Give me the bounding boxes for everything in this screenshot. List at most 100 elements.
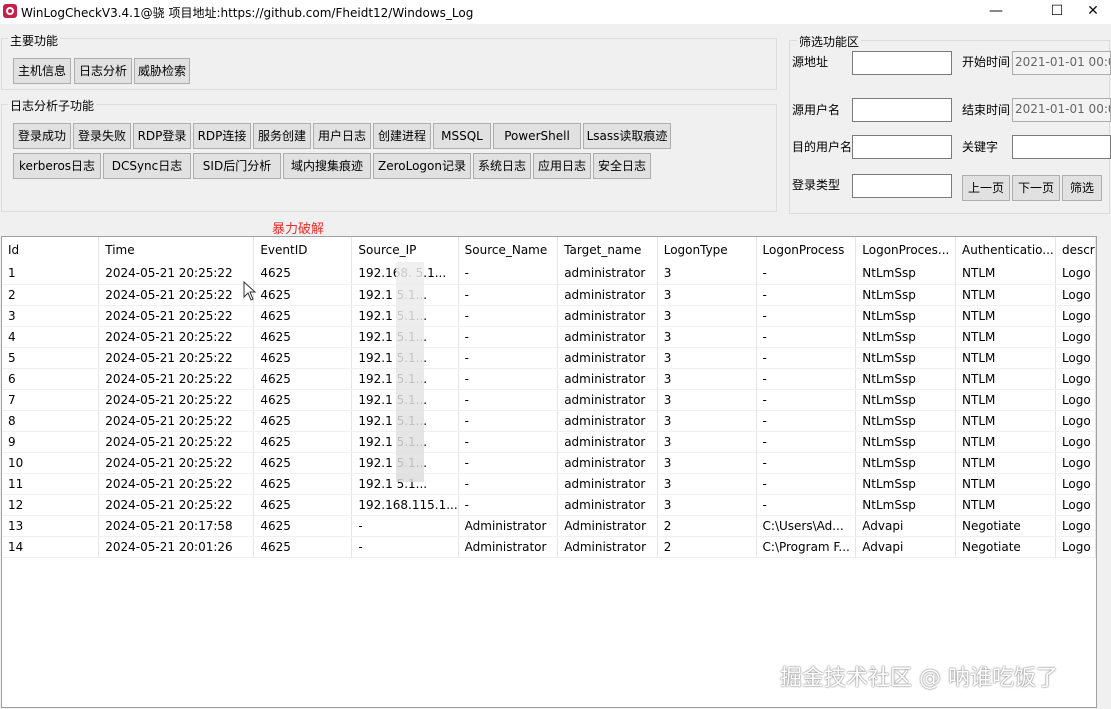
table-cell: 4625 — [253, 452, 353, 474]
rdp-login-button[interactable]: RDP登录 — [133, 123, 191, 149]
table-cell: - — [756, 347, 857, 369]
table-row[interactable]: 10 2024-05-21 20:25:22 4625 192.1 5.1... - ad… — [2, 452, 1096, 474]
table-header: Id Time EventID Source_IP Source_Name Target_… — [2, 237, 1096, 263]
window-title: WinLogCheckV3.4.1@骁 项目地址:https://github.… — [21, 6, 474, 20]
table-cell: NtLmSsp — [855, 494, 957, 516]
kerberos-log-button[interactable]: kerberos日志 — [13, 153, 101, 179]
table-row[interactable]: 1 2024-05-21 20:25:22 4625 192.168. 5.1... -… — [2, 263, 1096, 285]
table-cell: 3 — [657, 305, 757, 327]
login-success-button[interactable]: 登录成功 — [13, 123, 71, 149]
login-failure-button[interactable]: 登录失败 — [73, 123, 131, 149]
source-user-input[interactable] — [852, 98, 952, 122]
app-log-button[interactable]: 应用日志 — [533, 153, 591, 179]
logon-type-label: 登录类型 — [792, 178, 841, 192]
table-cell: 2024-05-21 20:25:22 — [98, 284, 255, 306]
minimize-button[interactable]: — — [973, 0, 1019, 24]
table-cell: 3 — [657, 431, 757, 453]
table-cell: 2024-05-21 20:25:22 — [98, 347, 255, 369]
table-row[interactable]: 12 2024-05-21 20:25:22 4625 192.168.115.1..… — [2, 494, 1096, 516]
table-cell: - — [458, 410, 559, 432]
sub-group-title: 日志分析子功能 — [8, 97, 97, 114]
target-user-input[interactable] — [852, 135, 952, 159]
table-cell: 5 — [2, 347, 100, 369]
host-info-button[interactable]: 主机信息 — [13, 58, 71, 84]
table-row[interactable]: 3 2024-05-21 20:25:22 4625 192.1 5.1... - adm… — [2, 305, 1096, 327]
table-cell: 4625 — [253, 494, 353, 516]
column-header[interactable]: Target_name — [557, 237, 658, 263]
column-header[interactable]: Source_Name — [458, 237, 559, 263]
table-row[interactable]: 14 2024-05-21 20:01:26 4625- Administrator A… — [2, 536, 1096, 558]
table-cell: Logo — [1055, 263, 1096, 285]
table-row[interactable]: 13 2024-05-21 20:17:58 4625- Administrator A… — [2, 515, 1096, 537]
log-table[interactable]: Id Time EventID Source_IP Source_Name Target_… — [1, 236, 1097, 708]
logon-type-input[interactable] — [852, 174, 952, 198]
lsass-read-button[interactable]: Lsass读取痕迹 — [583, 123, 671, 149]
service-create-button[interactable]: 服务创建 — [253, 123, 311, 149]
app-icon — [3, 4, 17, 18]
column-header[interactable]: Source_IP — [351, 237, 459, 263]
dcsync-log-button[interactable]: DCSync日志 — [103, 153, 191, 179]
source-address-input[interactable] — [852, 51, 952, 75]
table-cell: 2024-05-21 20:25:22 — [98, 494, 255, 516]
table-cell: 2024-05-21 20:25:22 — [98, 452, 255, 474]
column-header[interactable]: LogonType — [657, 237, 757, 263]
user-log-button[interactable]: 用户日志 — [313, 123, 371, 149]
threat-search-button[interactable]: 威胁检索 — [134, 58, 190, 84]
start-time-picker[interactable]: 2021-01-01 00:00 — [1012, 51, 1111, 75]
column-header[interactable]: Time — [98, 237, 255, 263]
table-cell: Logo — [1055, 326, 1096, 348]
filter-group-title: 筛选功能区 — [797, 33, 862, 50]
security-log-button[interactable]: 安全日志 — [593, 153, 651, 179]
table-cell: 3 — [657, 494, 757, 516]
rdp-connect-button[interactable]: RDP连接 — [193, 123, 251, 149]
table-cell: 3 — [657, 452, 757, 474]
sid-backdoor-button[interactable]: SID后门分析 — [193, 153, 281, 179]
system-log-button[interactable]: 系统日志 — [473, 153, 531, 179]
redaction-blur — [396, 262, 424, 482]
next-page-button[interactable]: 下一页 — [1012, 175, 1060, 201]
table-row[interactable]: 5 2024-05-21 20:25:22 4625 192.1 5.1... - adm… — [2, 347, 1096, 369]
log-analysis-button[interactable]: 日志分析 — [74, 58, 132, 84]
end-time-picker[interactable]: 2021-01-01 00:00 — [1012, 98, 1111, 122]
table-row[interactable]: 8 2024-05-21 20:25:22 4625 192.1 5.1... - adm… — [2, 410, 1096, 432]
table-cell: NTLM — [955, 452, 1056, 474]
prev-page-button[interactable]: 上一页 — [962, 175, 1010, 201]
zerologon-button[interactable]: ZeroLogon记录 — [373, 153, 471, 179]
table-row[interactable]: 11 2024-05-21 20:25:22 4625 192.1 5.1... - ad… — [2, 473, 1096, 495]
table-row[interactable]: 4 2024-05-21 20:25:22 4625 192.1 5.1... - adm… — [2, 326, 1096, 348]
table-cell: administrator — [557, 284, 658, 306]
column-header[interactable]: Id — [2, 237, 100, 263]
column-header[interactable]: LogonProcess — [756, 237, 857, 263]
close-button[interactable]: ✕ — [1070, 0, 1111, 24]
mssql-button[interactable]: MSSQL — [433, 123, 491, 149]
table-cell: 4 — [2, 326, 100, 348]
table-cell: Logo — [1055, 452, 1096, 474]
table-cell: administrator — [557, 326, 658, 348]
column-header[interactable]: descr — [1055, 237, 1096, 263]
vertical-scrollbar[interactable] — [1097, 236, 1111, 708]
powershell-button[interactable]: PowerShell — [493, 123, 581, 149]
table-row[interactable]: 9 2024-05-21 20:25:22 4625 192.1 5.1... - adm… — [2, 431, 1096, 453]
domain-recon-button[interactable]: 域内搜集痕迹 — [283, 153, 371, 179]
table-cell: NTLM — [955, 284, 1056, 306]
table-cell: 3 — [2, 305, 100, 327]
filter-button[interactable]: 筛选 — [1062, 175, 1102, 201]
table-row[interactable]: 7 2024-05-21 20:25:22 4625 192.1 5.1... - adm… — [2, 389, 1096, 411]
table-cell: - — [458, 452, 559, 474]
keyword-input[interactable] — [1012, 135, 1111, 159]
start-time-label: 开始时间 — [962, 55, 1011, 69]
table-cell: - — [756, 410, 857, 432]
table-cell: NtLmSsp — [855, 431, 957, 453]
column-header[interactable]: Authenticatio... — [955, 237, 1056, 263]
table-cell: NTLM — [955, 305, 1056, 327]
table-row[interactable]: 6 2024-05-21 20:25:22 4625 192.1 5.1... - adm… — [2, 368, 1096, 390]
create-process-button[interactable]: 创建进程 — [373, 123, 431, 149]
table-cell: 11 — [2, 473, 100, 495]
column-header[interactable]: LogonProces... — [855, 237, 957, 263]
table-row[interactable]: 2 2024-05-21 20:25:22 4625 192.1 5.1... - adm… — [2, 284, 1096, 306]
table-cell: 2024-05-21 20:25:22 — [98, 305, 255, 327]
column-header[interactable]: EventID — [253, 237, 353, 263]
table-cell: NTLM — [955, 347, 1056, 369]
table-cell: C:\Program F... — [756, 536, 857, 558]
table-cell: 3 — [657, 284, 757, 306]
